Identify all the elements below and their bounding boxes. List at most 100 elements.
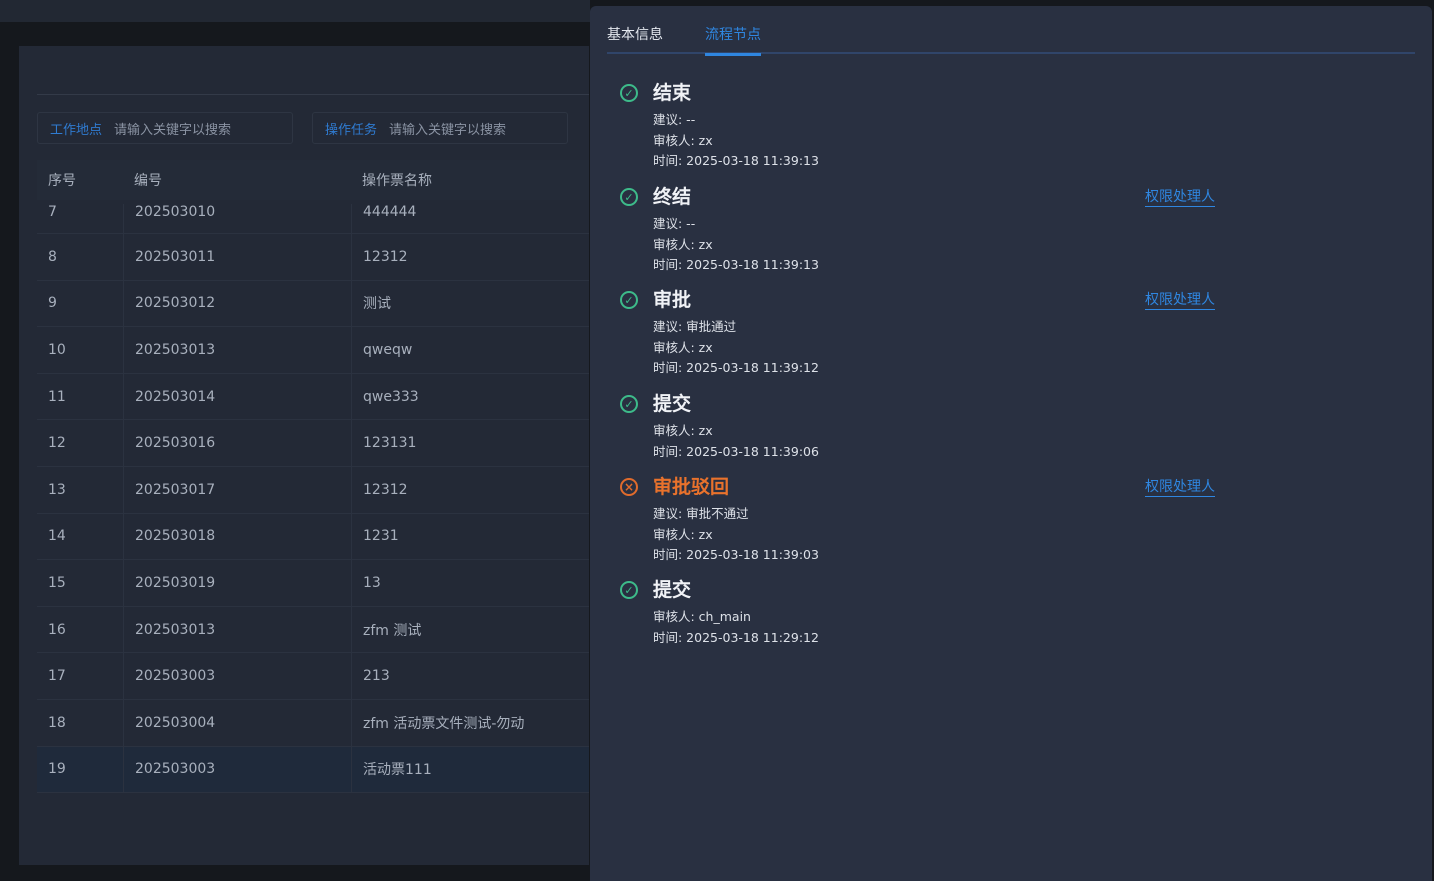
permission-handler-link[interactable]: 权限处理人: [1145, 476, 1215, 497]
check-circle-icon: ✓: [620, 291, 638, 309]
location-search-input[interactable]: 请输入关键字以搜索: [114, 119, 231, 138]
node-title: 审批: [653, 289, 692, 311]
node-detail-line: 建议: --: [653, 216, 696, 231]
node-title: 提交: [653, 579, 692, 601]
table-row[interactable]: 12 202503016 123131: [37, 420, 589, 467]
ticket-list-panel: 工作地点 请输入关键字以搜索 操作任务 请输入关键字以搜索 序号 编号 操作票名…: [19, 46, 589, 865]
node-detail-line: 时间: 2025-03-18 11:39:13: [653, 257, 819, 273]
node-detail-line: 时间: 2025-03-18 11:39:13: [653, 153, 819, 169]
column-header-code: 编号: [134, 173, 162, 189]
cell-index: 12: [48, 435, 66, 452]
node-detail-line: 审核人: ch_main: [653, 609, 751, 624]
location-search-label: 工作地点: [50, 122, 103, 138]
node-detail-line: 审核人: zx: [653, 526, 713, 542]
check-circle-icon: ✓: [620, 84, 638, 102]
cell-index: 13: [48, 481, 66, 498]
table-row[interactable]: 18 202503004 zfm 活动票文件测试-勿动: [37, 699, 589, 747]
table-row[interactable]: 8 202503011 12312: [37, 234, 589, 281]
cell-code: 202503013: [123, 327, 351, 373]
node-detail-line: 审核人: zx: [653, 423, 713, 438]
x-circle-icon: ×: [620, 478, 638, 496]
cell-code: 202503003: [123, 746, 351, 793]
task-search-label: 操作任务: [325, 122, 378, 138]
cell-index: 11: [48, 388, 66, 405]
cell-name: 123131: [351, 420, 589, 466]
table-row[interactable]: 9 202503012 测试: [37, 280, 589, 328]
node-detail-line: 时间: 2025-03-18 11:39:03: [653, 547, 819, 563]
cell-name: qwe333: [351, 373, 589, 420]
cell-index: 19: [48, 761, 66, 778]
node-detail-line: 建议: --: [653, 112, 696, 127]
table-row[interactable]: 14 202503018 1231: [37, 513, 589, 561]
node-detail-line: 建议: 审批不通过: [653, 506, 749, 521]
tab-process-nodes[interactable]: 流程节点: [705, 24, 761, 56]
node-title: 审批驳回: [653, 476, 730, 498]
cell-index: 8: [48, 248, 57, 265]
table-row[interactable]: 17 202503003 213: [37, 653, 589, 700]
table-row[interactable]: 16 202503013 zfm 测试: [37, 606, 589, 654]
node-title: 提交: [653, 393, 692, 415]
cell-name: qweqw: [351, 327, 589, 373]
cell-index: 7: [48, 204, 57, 220]
check-circle-icon: ✓: [620, 188, 638, 206]
cell-code: 202503003: [123, 653, 351, 699]
node-title: 终结: [653, 186, 692, 208]
permission-handler-link[interactable]: 权限处理人: [1145, 186, 1215, 207]
cell-index: 15: [48, 574, 66, 591]
cell-code: 202503019: [123, 560, 351, 606]
table-header: 序号 编号 操作票名称: [37, 160, 589, 200]
cell-name: 12312: [351, 234, 589, 280]
task-search[interactable]: 操作任务 请输入关键字以搜索: [312, 112, 568, 144]
cell-name: 13: [351, 560, 589, 606]
cell-name: zfm 测试: [351, 606, 589, 653]
cell-code: 202503017: [123, 466, 351, 513]
table-row[interactable]: 10 202503013 qweqw: [37, 327, 589, 374]
table-row[interactable]: 7 202503010 444444: [37, 200, 589, 234]
cell-name: 12312: [351, 466, 589, 513]
cell-name: 1231: [351, 513, 589, 560]
cell-index: 9: [48, 295, 57, 312]
cell-index: 18: [48, 714, 66, 731]
cell-code: 202503012: [123, 280, 351, 327]
table-row[interactable]: 11 202503014 qwe333: [37, 373, 589, 421]
table-row[interactable]: 15 202503019 13: [37, 560, 589, 607]
cell-code: 202503011: [123, 234, 351, 280]
drawer-tabs: 基本信息 流程节点: [607, 24, 1415, 56]
table-row[interactable]: 19 202503003 活动票111: [37, 746, 589, 794]
node-detail-line: 时间: 2025-03-18 11:29:12: [653, 629, 819, 645]
check-circle-icon: ✓: [620, 395, 638, 413]
column-header-index: 序号: [48, 173, 76, 189]
cell-code: 202503010: [123, 204, 351, 233]
node-detail-line: 审核人: zx: [653, 339, 713, 355]
cell-code: 202503014: [123, 373, 351, 420]
top-bar: [0, 0, 590, 22]
cell-code: 202503018: [123, 513, 351, 560]
check-circle-icon: ✓: [620, 581, 638, 599]
cell-name: 活动票111: [351, 746, 589, 793]
panel-divider: [37, 94, 589, 95]
cell-code: 202503004: [123, 699, 351, 746]
column-header-name: 操作票名称: [362, 173, 432, 189]
ticket-table: 序号 编号 操作票名称 7 202503010 444444 8 202503011 12…: [37, 160, 589, 794]
node-detail-line: 审核人: zx: [653, 236, 713, 252]
tab-basic-info[interactable]: 基本信息: [607, 24, 663, 54]
detail-drawer: 基本信息 流程节点 ✓ 结束建议: -- 审核人: zx 时间: 2025-03-18…: [590, 6, 1432, 881]
cell-index: 16: [48, 621, 66, 638]
node-detail-line: 时间: 2025-03-18 11:39:12: [653, 360, 819, 376]
node-detail-line: 建议: 审批通过: [653, 319, 737, 334]
task-search-input[interactable]: 请输入关键字以搜索: [389, 119, 506, 138]
location-search[interactable]: 工作地点 请输入关键字以搜索: [37, 112, 293, 144]
permission-handler-link[interactable]: 权限处理人: [1145, 289, 1215, 310]
cell-name: zfm 活动票文件测试-勿动: [351, 699, 589, 746]
cell-name: 213: [351, 653, 589, 699]
cell-index: 14: [48, 528, 66, 545]
node-title: 结束: [653, 82, 692, 104]
cell-index: 17: [48, 668, 66, 685]
cell-code: 202503013: [123, 606, 351, 653]
cell-code: 202503016: [123, 420, 351, 466]
cell-name: 测试: [351, 280, 589, 327]
node-detail-line: 审核人: zx: [653, 132, 713, 148]
cell-index: 10: [48, 341, 66, 358]
table-row[interactable]: 13 202503017 12312: [37, 466, 589, 514]
cell-name: 444444: [351, 204, 589, 233]
